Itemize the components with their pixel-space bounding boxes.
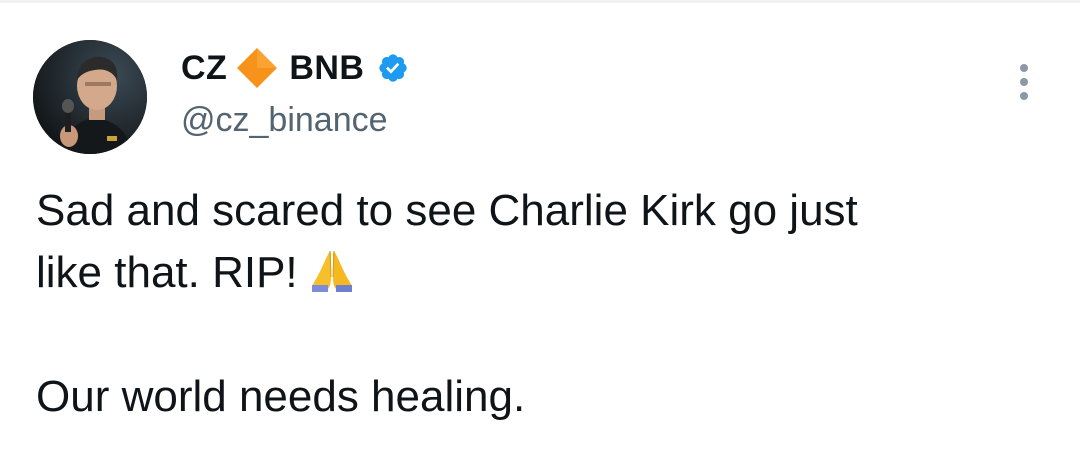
avatar-image	[33, 40, 147, 154]
author-handle[interactable]: @cz_binance	[181, 98, 388, 142]
author-name-second: BNB	[289, 49, 365, 87]
orange-diamond-icon	[235, 46, 279, 90]
more-vertical-icon	[1020, 64, 1028, 72]
verified-badge-icon	[377, 52, 409, 84]
more-vertical-icon-dot	[1020, 78, 1028, 86]
tweet-line-2-text: like that. RIP!	[36, 248, 298, 297]
author-name[interactable]: CZ BNB	[181, 44, 409, 92]
tweet-line-2: like that. RIP!	[36, 242, 1046, 304]
author-name-first: CZ	[181, 49, 228, 87]
avatar[interactable]	[33, 40, 147, 154]
tweet-line-1: Sad and scared to see Charlie Kirk go ju…	[36, 186, 858, 235]
top-divider	[0, 0, 1080, 3]
tweet-text: Sad and scared to see Charlie Kirk go ju…	[36, 180, 1046, 428]
tweet-line-3: Our world needs healing.	[36, 372, 526, 421]
more-vertical-icon-dot	[1020, 92, 1028, 100]
folded-hands-icon	[308, 247, 356, 293]
more-options-button[interactable]	[1010, 62, 1038, 102]
